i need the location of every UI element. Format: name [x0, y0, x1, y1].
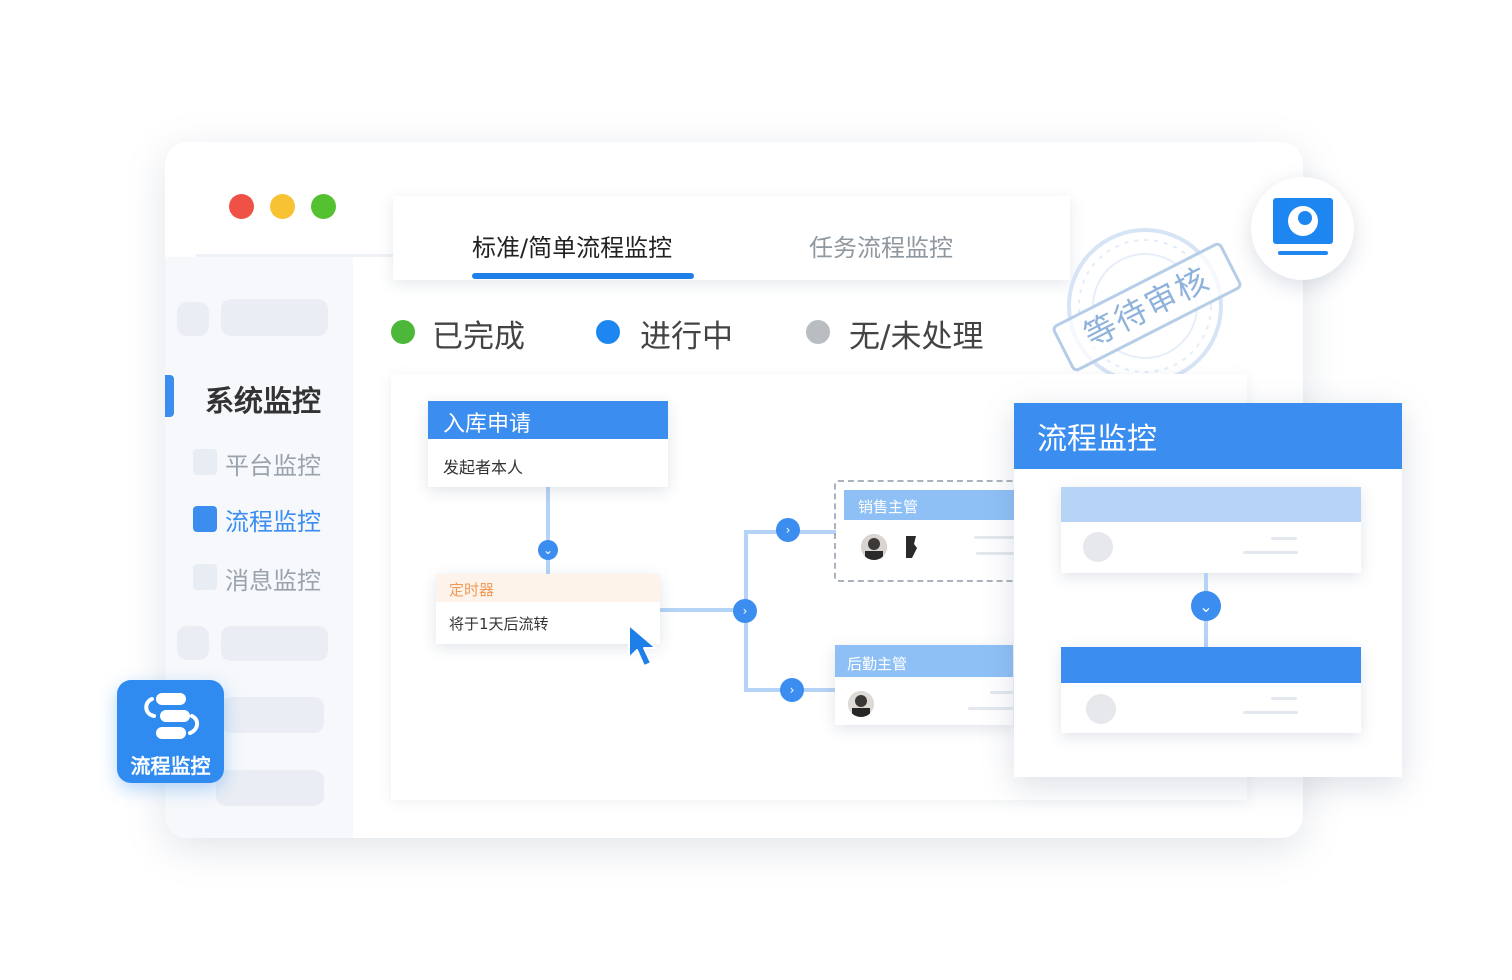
node-title: 定时器: [449, 581, 495, 599]
panel-card[interactable]: [1061, 487, 1361, 573]
legend-in-progress-label: 进行中: [640, 319, 733, 355]
chevron-right-icon[interactable]: ›: [780, 678, 804, 702]
completed-status-dot: [391, 320, 415, 344]
avatar: [898, 532, 928, 562]
placeholder-line: [976, 552, 1014, 555]
sidebar-placeholder-bar: [221, 697, 324, 733]
card-header: [1061, 487, 1361, 522]
in-progress-status-dot: [596, 320, 620, 344]
sidebar-active-indicator: [165, 375, 174, 417]
node-title: 后勤主管: [847, 655, 908, 673]
tab-standard-process[interactable]: 标准/简单流程监控: [472, 228, 672, 263]
placeholder-line: [974, 536, 1014, 539]
placeholder-line: [1271, 697, 1297, 700]
active-tab-underline: [472, 273, 694, 279]
placeholder-line: [968, 707, 1013, 710]
panel-title: 流程监控: [1037, 422, 1157, 457]
sidebar-item-process[interactable]: 流程监控: [193, 502, 333, 538]
minimize-window-button[interactable]: [270, 194, 295, 219]
pending-status-dot: [806, 320, 830, 344]
avatar: [859, 532, 889, 562]
tab-task-process[interactable]: 任务流程监控: [809, 228, 953, 263]
process-icon: [193, 506, 217, 532]
monitor-icon: [1273, 198, 1333, 255]
placeholder-line: [1243, 711, 1298, 714]
sidebar-placeholder-bar: [221, 299, 328, 336]
platform-icon: [193, 449, 217, 475]
sidebar-section-title: 系统监控: [205, 384, 322, 418]
sidebar-placeholder-icon: [177, 302, 209, 336]
flow-node-sales-manager[interactable]: 销售主管: [834, 480, 1014, 582]
flow-node-start[interactable]: 入库申请 发起者本人: [428, 401, 668, 487]
sidebar-item-label: 流程监控: [225, 508, 321, 536]
chevron-down-icon[interactable]: ⌄: [538, 540, 558, 560]
flow-line: [546, 486, 550, 576]
sidebar-item-message[interactable]: 消息监控: [193, 559, 333, 595]
process-monitor-app-badge[interactable]: 流程监控: [117, 680, 224, 783]
avatar-placeholder: [1083, 532, 1113, 562]
node-title: 销售主管: [858, 498, 919, 516]
sidebar-placeholder-bar: [221, 626, 328, 661]
cursor-icon: [628, 624, 657, 667]
sidebar-item-label: 消息监控: [225, 567, 321, 595]
chevron-right-icon[interactable]: ›: [733, 599, 757, 623]
sidebar-item-label: 平台监控: [225, 452, 321, 480]
sidebar-placeholder-bar: [216, 770, 324, 806]
badge-label: 流程监控: [130, 754, 211, 778]
avatar: [846, 689, 876, 719]
pending-review-stamp: 等待审核: [1050, 221, 1244, 391]
process-flow-icon: [144, 693, 199, 739]
node-body: 发起者本人: [443, 458, 524, 477]
placeholder-line: [990, 691, 1013, 694]
chevron-right-icon[interactable]: ›: [776, 518, 800, 542]
legend-completed-label: 已完成: [432, 319, 525, 355]
sidebar-item-platform[interactable]: 平台监控: [193, 444, 333, 480]
message-icon: [193, 564, 217, 590]
sidebar-placeholder-icon: [177, 626, 209, 660]
card-header: [1061, 647, 1361, 683]
flow-node-logistics-manager[interactable]: 后勤主管: [835, 645, 1013, 725]
node-title: 入库申请: [443, 412, 532, 437]
close-window-button[interactable]: [229, 194, 254, 219]
panel-card[interactable]: [1061, 647, 1361, 733]
node-body: 将于1天后流转: [449, 615, 549, 633]
legend-pending-label: 无/未处理: [849, 319, 984, 355]
placeholder-line: [1243, 551, 1298, 554]
avatar-placeholder: [1086, 694, 1116, 724]
maximize-window-button[interactable]: [311, 194, 336, 219]
chevron-down-icon[interactable]: ⌄: [1191, 591, 1221, 621]
placeholder-line: [1271, 537, 1297, 540]
